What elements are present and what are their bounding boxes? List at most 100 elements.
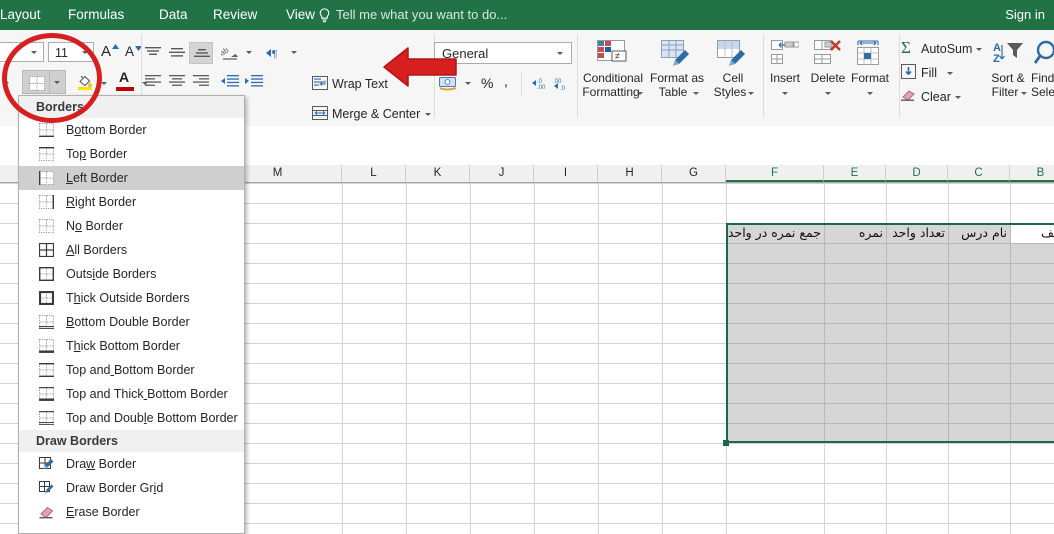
fill-button[interactable]: Fill: [921, 66, 937, 80]
merge-center-button[interactable]: Merge & Center: [332, 107, 420, 121]
borders-menu-item-draw-border-grid[interactable]: Draw Border Grid: [19, 476, 244, 500]
borders-menu-item-no-border[interactable]: No Border: [19, 214, 244, 238]
sort-filter-button[interactable]: A Z Sort & Filter: [985, 36, 1031, 120]
decrease-indent-button[interactable]: [218, 70, 242, 92]
align-left-button[interactable]: [141, 70, 165, 92]
borders-menu-item-right-border[interactable]: Right Border: [19, 190, 244, 214]
cell-D-header[interactable]: تعداد واحد: [886, 223, 948, 243]
format-cells-button[interactable]: Format: [849, 36, 891, 120]
cell-F-header[interactable]: جمع نمره در واحد: [726, 223, 824, 243]
font-color-letter: A: [119, 69, 130, 85]
font-color-button[interactable]: A: [112, 69, 138, 94]
comma-style-button[interactable]: ,: [498, 72, 518, 96]
tab-view[interactable]: View: [280, 0, 321, 30]
column-header-B[interactable]: B: [1010, 165, 1054, 182]
fill-handle[interactable]: [723, 440, 729, 446]
thick-bottom-border-icon: [39, 339, 54, 353]
sign-in-button[interactable]: Sign in: [999, 0, 1051, 30]
align-right-button[interactable]: [189, 70, 213, 92]
tell-me-search[interactable]: Tell me what you want to do...: [336, 0, 507, 30]
cell-styles-button[interactable]: Cell Styles: [706, 36, 760, 120]
borders-menu-item-draw-border[interactable]: Draw Border: [19, 452, 244, 476]
conditional-formatting-icon: ≠: [597, 40, 627, 62]
column-header-F[interactable]: F: [726, 165, 824, 182]
column-header-C[interactable]: C: [948, 165, 1010, 182]
clear-caret-icon[interactable]: [955, 96, 961, 99]
top-and-double-bottom-border-icon: [39, 411, 54, 425]
align-center-button[interactable]: [165, 70, 189, 92]
cell-B-header[interactable]: ردیف: [1010, 223, 1054, 243]
font-size-box[interactable]: 11: [48, 42, 94, 62]
menu-item-label: Thick Outside Borders: [66, 291, 190, 305]
text-direction-caret-icon[interactable]: [291, 51, 297, 54]
borders-menu-item-left-border[interactable]: Left Border: [19, 166, 244, 190]
font-name-box[interactable]: [0, 42, 44, 62]
percent-style-button[interactable]: %: [476, 72, 498, 96]
orientation-button[interactable]: ab: [218, 42, 244, 64]
cell-E-header[interactable]: نمره: [824, 223, 886, 243]
borders-menu-item-erase-border[interactable]: Erase Border: [19, 500, 244, 524]
top-and-thick-bottom-border-icon: [39, 387, 54, 401]
borders-menu-item-thick-bottom-border[interactable]: Thick Bottom Border: [19, 334, 244, 358]
text-direction-button[interactable]: ¶: [262, 42, 288, 64]
svg-text:Σ: Σ: [901, 39, 911, 55]
format-as-table-button[interactable]: Format as Table: [648, 36, 706, 120]
column-header-G[interactable]: G: [662, 165, 726, 182]
menu-item-label: Top Border: [66, 147, 128, 161]
borders-menu-item-top-and-bottom-border[interactable]: Top and Bottom Border: [19, 358, 244, 382]
borders-dropdown-button[interactable]: [22, 70, 50, 94]
fill-color-caret-icon[interactable]: [101, 82, 107, 85]
increase-decimal-button[interactable]: .0 .00: [526, 72, 550, 96]
accounting-caret-icon[interactable]: [465, 82, 471, 85]
column-header-H[interactable]: H: [598, 165, 662, 182]
insert-cells-button[interactable]: Insert: [765, 36, 805, 120]
align-top-button[interactable]: [141, 42, 165, 64]
column-header-E[interactable]: E: [824, 165, 886, 182]
column-header-K[interactable]: K: [406, 165, 470, 182]
shrink-font-letter: A: [125, 44, 135, 59]
clear-button[interactable]: Clear: [921, 90, 951, 104]
decrease-decimal-button[interactable]: .00 .0: [550, 72, 574, 96]
column-header-D[interactable]: D: [886, 165, 948, 182]
align-bottom-button[interactable]: [189, 42, 213, 64]
borders-menu-toggle[interactable]: [50, 70, 66, 94]
borders-menu-item-top-border[interactable]: Top Border: [19, 142, 244, 166]
column-header-J[interactable]: J: [470, 165, 534, 182]
fill-caret-icon[interactable]: [947, 72, 953, 75]
format-as-table-label-1: Format as: [649, 71, 704, 85]
tab-formulas[interactable]: Formulas: [62, 0, 130, 30]
merge-center-caret-icon[interactable]: [425, 113, 431, 116]
font-color-swatch: [116, 87, 134, 91]
bold-italic-underline-overflow-caret[interactable]: [3, 82, 9, 85]
borders-menu-item-outside-borders[interactable]: Outside Borders: [19, 262, 244, 286]
align-middle-button[interactable]: [165, 42, 189, 64]
borders-menu-item-bottom-border[interactable]: Bottom Border: [19, 118, 244, 142]
borders-menu-item-bottom-double-border[interactable]: Bottom Double Border: [19, 310, 244, 334]
borders-menu-item-all-borders[interactable]: All Borders: [19, 238, 244, 262]
delete-cells-button[interactable]: Delete: [807, 36, 849, 120]
increase-indent-button[interactable]: [242, 70, 266, 92]
increase-font-size-button[interactable]: A: [98, 42, 120, 62]
find-select-button[interactable]: Find Selec: [1031, 36, 1054, 120]
borders-menu-items: Bottom Border Top Border Left Border Right …: [19, 118, 244, 430]
chevron-down-icon: [748, 92, 754, 95]
tab-data[interactable]: Data: [153, 0, 194, 30]
column-header-I[interactable]: I: [534, 165, 598, 182]
borders-dropdown-menu[interactable]: Borders Bottom Border Top Border Left Bord…: [18, 95, 245, 534]
tab-review[interactable]: Review: [207, 0, 263, 30]
menu-item-label: Left Border: [66, 171, 128, 185]
selection-inner-line: [948, 223, 949, 443]
orientation-caret-icon[interactable]: [246, 51, 252, 54]
borders-menu-item-top-and-thick-bottom-border[interactable]: Top and Thick Bottom Border: [19, 382, 244, 406]
autosum-button[interactable]: AutoSum: [921, 42, 972, 56]
conditional-formatting-button[interactable]: ≠ Conditional Formatting: [580, 36, 646, 120]
fill-color-button[interactable]: [72, 70, 98, 94]
borders-menu-item-top-and-double-bottom-border[interactable]: Top and Double Bottom Border: [19, 406, 244, 430]
column-header-L[interactable]: L: [342, 165, 406, 182]
tab-page-layout[interactable]: Layout: [0, 0, 47, 30]
wrap-text-button[interactable]: Wrap Text: [332, 77, 388, 91]
autosum-caret-icon[interactable]: [976, 48, 982, 51]
menu-item-label: Thick Bottom Border: [66, 339, 180, 353]
borders-menu-item-thick-outside-borders[interactable]: Thick Outside Borders: [19, 286, 244, 310]
cell-C-header[interactable]: نام درس: [948, 223, 1010, 243]
